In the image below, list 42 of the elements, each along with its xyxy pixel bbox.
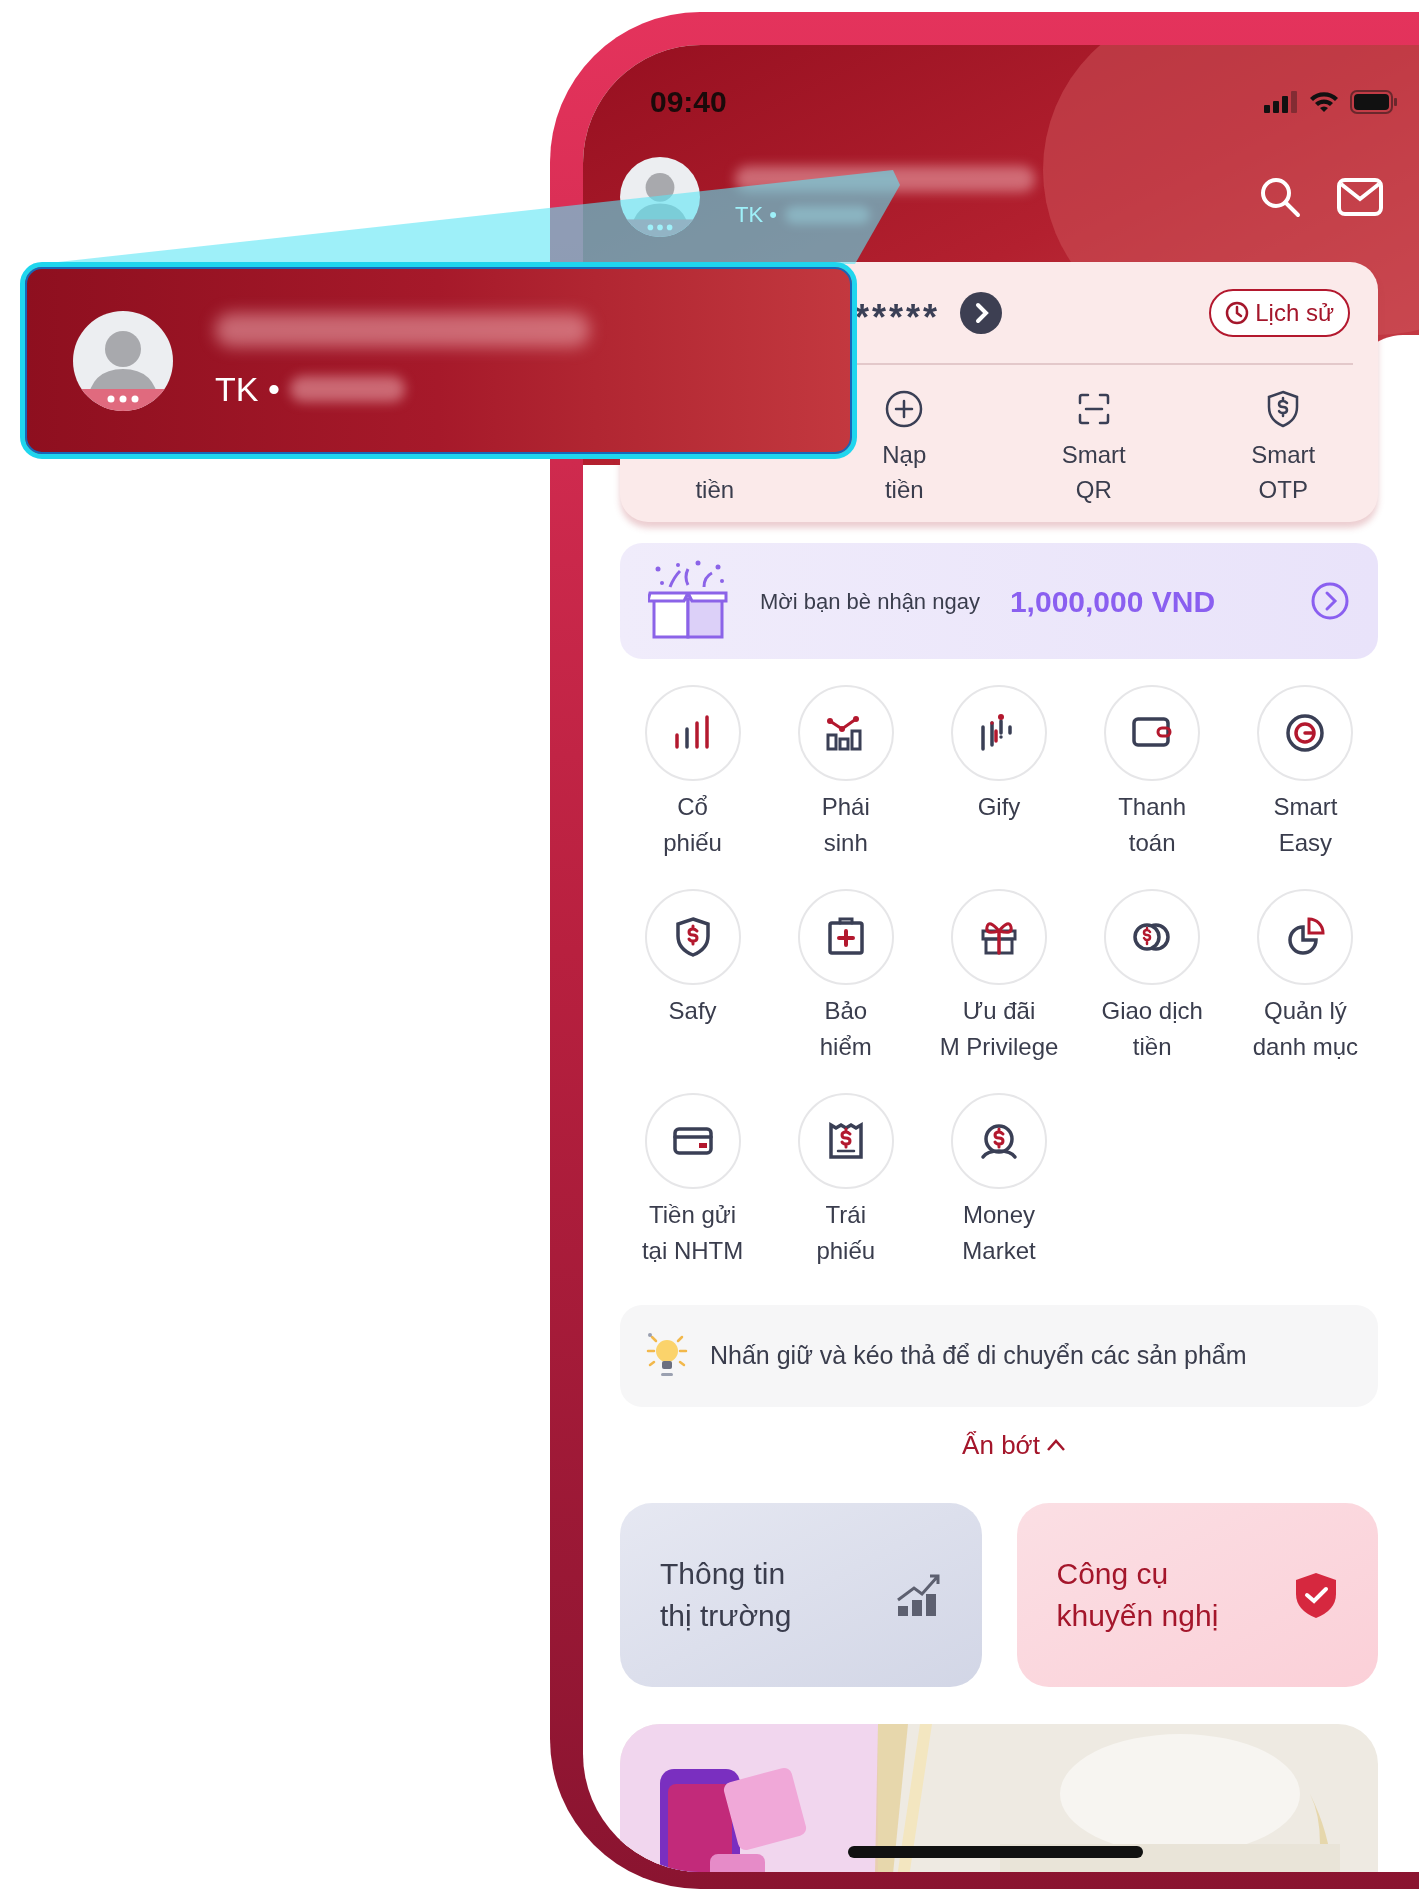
- product-label: Phái sinh: [821, 792, 870, 858]
- product-label: Safy: [668, 996, 717, 1026]
- quick-action-label[interactable]: Nạp tiền: [882, 437, 927, 507]
- mail-icon[interactable]: [1337, 178, 1383, 216]
- account-label: TK •: [215, 368, 280, 409]
- history-button[interactable]: Lịch sử: [1209, 288, 1350, 337]
- product-label: Ưu đãi M Privilege: [939, 996, 1059, 1062]
- clock-icon: [1225, 300, 1250, 325]
- product-label: Bảo hiểm: [819, 996, 872, 1062]
- referral-amount: 1,000,000 VND: [1009, 583, 1216, 620]
- search-icon[interactable]: [1259, 176, 1301, 218]
- plus-circle-icon: [884, 389, 925, 429]
- masked-balance: *****: [855, 295, 941, 340]
- growth-chart-icon: [895, 1572, 942, 1618]
- tip-text: Nhấn giữ và kéo thả để di chuyển các sản phẩm: [710, 1340, 1247, 1372]
- product-label: Giao dịch tiền: [1101, 996, 1203, 1062]
- status-time: 09:40: [650, 84, 727, 120]
- wifi-icon: [1308, 90, 1340, 114]
- product-label: Trái phiếu: [816, 1200, 876, 1266]
- account-label: TK •: [735, 202, 777, 228]
- feature-card[interactable]: Công cụ khuyến nghị: [1016, 1503, 1378, 1687]
- product-label: Thanh toán: [1118, 792, 1187, 858]
- shield-check-icon: [1294, 1571, 1338, 1619]
- product-label: Cổ phiếu: [663, 792, 722, 858]
- chevron-right-icon[interactable]: [960, 291, 1003, 334]
- feature-card-title: Thông tin thị trường: [660, 1556, 792, 1634]
- product-label: Gify: [977, 792, 1021, 822]
- quick-action-label[interactable]: tiền: [695, 472, 735, 507]
- product-label: Quản lý danh mục: [1252, 996, 1359, 1062]
- chevron-up-icon: [1045, 1438, 1066, 1452]
- quick-action-label[interactable]: Smart QR: [1061, 437, 1126, 507]
- product-label: Money Market: [962, 1200, 1036, 1266]
- quick-action-label[interactable]: Smart OTP: [1251, 437, 1316, 507]
- battery-icon: [1350, 90, 1398, 114]
- product-label: Smart Easy: [1273, 792, 1338, 858]
- referral-text: Mời bạn bè nhận ngay: [760, 587, 980, 616]
- feature-card-title: Công cụ khuyến nghị: [1056, 1556, 1219, 1634]
- product-label: Tiền gửi tại NHTM: [641, 1200, 744, 1266]
- signal-icon: [1264, 91, 1298, 113]
- referral-banner[interactable]: Mời bạn bè nhận ngay 1,000,000 VND: [620, 543, 1378, 659]
- collapse-link[interactable]: Ẩn bớt: [962, 1429, 1066, 1461]
- feature-card[interactable]: Thông tin thị trường: [620, 1503, 982, 1687]
